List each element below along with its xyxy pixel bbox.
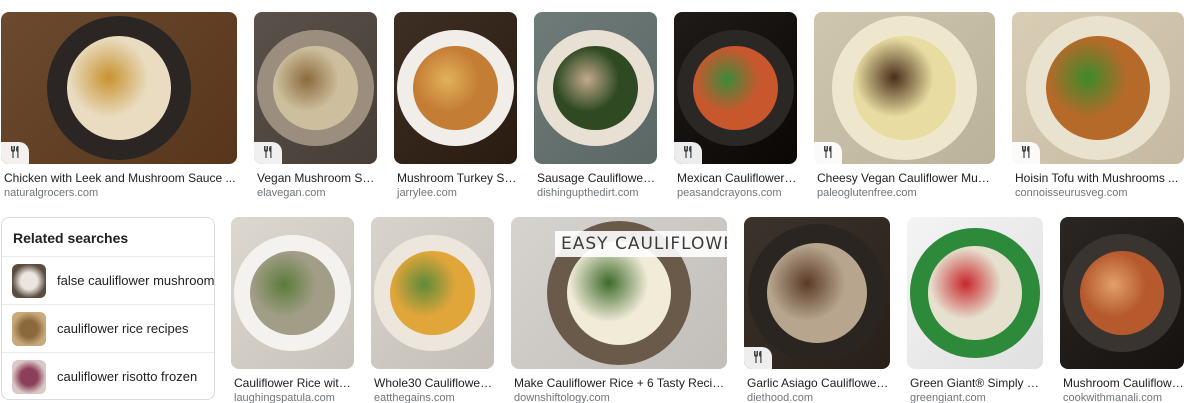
result-thumbnail[interactable]: [1060, 217, 1184, 369]
food-shape: [852, 36, 957, 140]
recipe-badge: [744, 347, 772, 369]
result-source[interactable]: greengiant.com: [910, 392, 986, 403]
fork-knife-icon: [683, 145, 694, 161]
food-shape: [693, 45, 778, 131]
fork-knife-icon: [263, 145, 274, 161]
result-thumbnail[interactable]: [744, 217, 890, 369]
food-shape: [390, 250, 475, 336]
food-shape: [67, 36, 171, 140]
food-shape: [250, 250, 335, 336]
result-source[interactable]: jarrylee.com: [397, 187, 457, 200]
result-thumbnail[interactable]: [814, 12, 995, 164]
image-result-card[interactable]: Chicken with Leek and Mushroom Sauce ...…: [1, 12, 237, 202]
result-title[interactable]: Mexican Cauliflower Ri...: [677, 171, 797, 185]
result-source[interactable]: downshiftology.com: [514, 392, 610, 403]
result-source[interactable]: peasandcrayons.com: [677, 187, 782, 200]
result-thumbnail[interactable]: [231, 217, 354, 369]
image-result-card[interactable]: Vegan Mushroom Stro... elavegan.com: [254, 12, 377, 202]
image-result-card[interactable]: Mexican Cauliflower Ri... peasandcrayons.…: [674, 12, 797, 202]
fork-knife-icon: [1021, 145, 1032, 161]
result-thumbnail[interactable]: EASY CAULIFLOWER RIC: [511, 217, 727, 369]
result-source[interactable]: diethood.com: [747, 392, 813, 403]
recipe-badge: [1, 142, 29, 164]
result-source[interactable]: dishingupthedirt.com: [537, 187, 639, 200]
food-shape: [553, 45, 638, 131]
result-title[interactable]: Sausage Cauliflower Ri...: [537, 171, 657, 185]
result-thumbnail[interactable]: [394, 12, 517, 164]
related-search-thumbnail: [12, 263, 46, 298]
thumbnail-overlay-text: EASY CAULIFLOWER RIC: [555, 231, 727, 257]
result-title[interactable]: Garlic Asiago Cauliflower Ri...: [747, 376, 890, 390]
result-title[interactable]: Hoisin Tofu with Mushrooms ...: [1015, 171, 1184, 185]
related-search-thumbnail: [12, 359, 46, 394]
image-result-card[interactable]: Mushroom Cauliflower ... cookwithmanali.c…: [1060, 217, 1184, 403]
result-thumbnail[interactable]: [254, 12, 377, 164]
food-shape: [928, 246, 1022, 340]
result-source[interactable]: eatthegains.com: [374, 392, 455, 403]
fork-knife-icon: [823, 145, 834, 161]
related-search-label: false cauliflower mushroom: [57, 273, 215, 288]
recipe-badge: [1012, 142, 1040, 164]
food-shape: [1079, 250, 1165, 336]
result-source[interactable]: cookwithmanali.com: [1063, 392, 1162, 403]
result-title[interactable]: Vegan Mushroom Stro...: [257, 171, 377, 185]
image-result-card[interactable]: Garlic Asiago Cauliflower Ri... diethood.…: [744, 217, 890, 403]
fork-knife-icon: [10, 145, 21, 161]
image-result-card[interactable]: EASY CAULIFLOWER RIC Make Cauliflower Ric…: [511, 217, 727, 403]
image-result-card[interactable]: Sausage Cauliflower Ri... dishingupthedir…: [534, 12, 657, 202]
result-thumbnail[interactable]: [907, 217, 1043, 369]
result-source[interactable]: naturalgrocers.com: [4, 187, 98, 200]
related-search-label: cauliflower rice recipes: [57, 321, 189, 336]
result-source[interactable]: elavegan.com: [257, 187, 326, 200]
related-search-thumbnail: [12, 311, 46, 346]
related-search-item[interactable]: false cauliflower mushroom: [2, 256, 214, 304]
result-thumbnail[interactable]: [1012, 12, 1184, 164]
result-title[interactable]: Mushroom Cauliflower ...: [1063, 376, 1184, 390]
recipe-badge: [814, 142, 842, 164]
image-result-card[interactable]: Hoisin Tofu with Mushrooms ... connoisseu…: [1012, 12, 1184, 202]
fork-knife-icon: [753, 350, 764, 366]
recipe-badge: [674, 142, 702, 164]
food-shape: [767, 243, 867, 343]
related-searches-panel: Related searches false cauliflower mushr…: [1, 217, 215, 400]
food-shape: [413, 45, 498, 131]
related-search-item[interactable]: cauliflower rice recipes: [2, 304, 214, 352]
result-title[interactable]: Green Giant® Simply Stea...: [910, 376, 1043, 390]
image-result-card[interactable]: Cheesy Vegan Cauliflower Mushroo... paleo…: [814, 12, 995, 202]
result-title[interactable]: Mushroom Turkey Stir-...: [397, 171, 517, 185]
recipe-badge: [254, 142, 282, 164]
food-shape: [273, 45, 358, 131]
image-result-card[interactable]: Cauliflower Rice with ... laughingspatula…: [231, 217, 354, 403]
related-searches-heading: Related searches: [13, 230, 129, 246]
result-title[interactable]: Cauliflower Rice with ...: [234, 376, 354, 390]
image-result-card[interactable]: Whole30 Cauliflower Ri... eatthegains.com: [371, 217, 494, 403]
result-title[interactable]: Whole30 Cauliflower Ri...: [374, 376, 494, 390]
image-result-card[interactable]: Green Giant® Simply Stea... greengiant.co…: [907, 217, 1043, 403]
food-shape: [1046, 36, 1150, 140]
result-thumbnail[interactable]: [371, 217, 494, 369]
result-thumbnail[interactable]: [534, 12, 657, 164]
result-title[interactable]: Cheesy Vegan Cauliflower Mushroo...: [817, 171, 995, 185]
result-source[interactable]: connoisseurusveg.com: [1015, 187, 1128, 200]
result-title[interactable]: Make Cauliflower Rice + 6 Tasty Recipes …: [514, 376, 727, 390]
related-search-item[interactable]: cauliflower risotto frozen: [2, 352, 214, 399]
related-search-label: cauliflower risotto frozen: [57, 369, 198, 384]
result-title[interactable]: Chicken with Leek and Mushroom Sauce ...: [4, 171, 237, 185]
result-source[interactable]: paleoglutenfree.com: [817, 187, 917, 200]
image-result-card[interactable]: Mushroom Turkey Stir-... jarrylee.com: [394, 12, 517, 202]
result-source[interactable]: laughingspatula.com: [234, 392, 335, 403]
result-thumbnail[interactable]: [1, 12, 237, 164]
result-thumbnail[interactable]: [674, 12, 797, 164]
